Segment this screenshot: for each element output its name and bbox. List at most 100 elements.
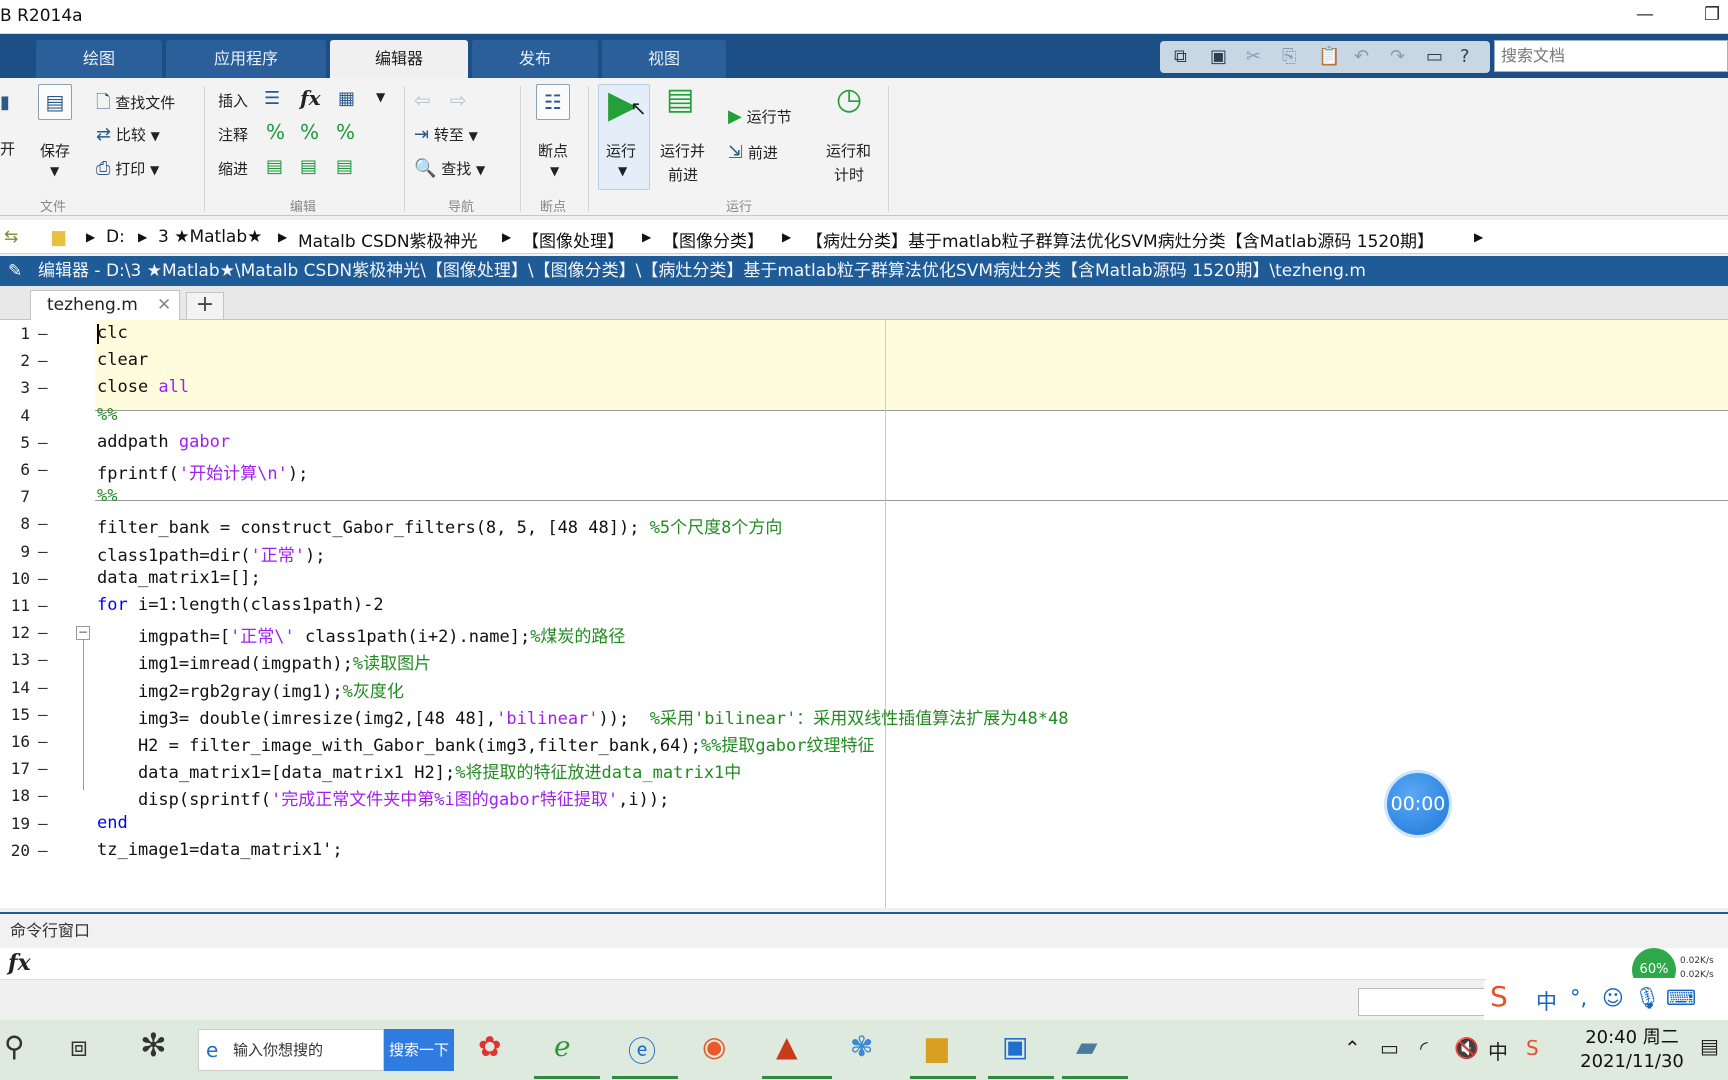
- chevron-down-icon[interactable]: ▼: [618, 164, 627, 178]
- cut-icon[interactable]: ✂: [1246, 46, 1261, 67]
- percent-icon[interactable]: %: [266, 120, 285, 144]
- add-tab-button[interactable]: +: [186, 292, 224, 320]
- open-folder-icon[interactable]: ▮: [0, 92, 10, 113]
- system-clock[interactable]: 20:40 周二 2021/11/30: [1572, 1026, 1692, 1074]
- browser-e-icon[interactable]: ⓔ: [628, 1030, 656, 1070]
- line-number[interactable]: 10: [0, 569, 30, 588]
- code-line[interactable]: for i=1:length(class1path)-2: [97, 595, 384, 615]
- run-advance-icon[interactable]: ▤: [666, 82, 694, 117]
- line-number[interactable]: 3: [0, 378, 30, 397]
- line-number[interactable]: 9: [0, 542, 30, 561]
- breakpoint-marker[interactable]: –: [38, 351, 48, 370]
- increase-indent-icon[interactable]: ▤: [300, 156, 317, 177]
- insert-section-icon[interactable]: ☰: [264, 88, 280, 109]
- chevron-right-icon[interactable]: ▶: [782, 230, 791, 244]
- file-explorer-icon[interactable]: ▆: [926, 1030, 948, 1063]
- breadcrumb-item[interactable]: Matalb CSDN紫极神光: [298, 227, 478, 252]
- code-line[interactable]: img3= double(imresize(img2,[48 48],'bili…: [97, 704, 1069, 729]
- breakpoint-marker[interactable]: –: [38, 814, 48, 833]
- code-line[interactable]: data_matrix1=[];: [97, 568, 261, 588]
- save-icon[interactable]: ▣: [1210, 46, 1227, 67]
- smart-indent-icon[interactable]: ▤: [266, 156, 283, 177]
- breakpoints-button[interactable]: 断点: [538, 140, 568, 161]
- line-number[interactable]: 7: [0, 487, 30, 506]
- sogou-tray-icon[interactable]: S: [1526, 1036, 1539, 1060]
- code-line[interactable]: H2 = filter_image_with_Gabor_bank(img3,f…: [97, 731, 875, 756]
- browse-folder-icon[interactable]: ⇆: [4, 227, 18, 247]
- tab-apps[interactable]: 应用程序: [166, 40, 326, 78]
- line-number[interactable]: 8: [0, 514, 30, 533]
- tab-plots[interactable]: 绘图: [36, 40, 162, 78]
- ie-browser-icon[interactable]: ℯ: [554, 1030, 571, 1063]
- chevron-right-icon[interactable]: ▶: [278, 230, 287, 244]
- undo-icon[interactable]: ↶: [1354, 46, 1369, 67]
- color-wheel-icon[interactable]: ◉: [702, 1030, 726, 1063]
- run-and-time-icon[interactable]: ◷: [836, 82, 862, 117]
- breakpoint-marker[interactable]: –: [38, 650, 48, 669]
- fx-icon[interactable]: fx: [300, 86, 321, 110]
- chevron-up-icon[interactable]: ⌃: [1344, 1036, 1361, 1060]
- recycle-app-icon[interactable]: ✾: [850, 1030, 873, 1063]
- code-line[interactable]: imgpath=['正常\' class1path(i+2).name];%煤炭…: [97, 622, 626, 647]
- line-number[interactable]: 19: [0, 814, 30, 833]
- sogou-icon[interactable]: S: [1490, 980, 1508, 1013]
- open-label[interactable]: 开: [0, 138, 15, 159]
- line-number[interactable]: 2: [0, 351, 30, 370]
- breakpoint-marker[interactable]: –: [38, 514, 48, 533]
- paste-icon[interactable]: 📋: [1318, 46, 1340, 67]
- breakpoint-marker[interactable]: –: [38, 324, 48, 343]
- breadcrumb-item[interactable]: D:: [106, 227, 125, 247]
- line-number[interactable]: 20: [0, 841, 30, 860]
- keyboard-icon[interactable]: ⌨: [1666, 986, 1696, 1010]
- breakpoint-marker[interactable]: –: [38, 841, 48, 860]
- line-number[interactable]: 13: [0, 650, 30, 669]
- chevron-right-icon[interactable]: ▶: [502, 230, 511, 244]
- line-number[interactable]: 17: [0, 759, 30, 778]
- line-number[interactable]: 6: [0, 460, 30, 479]
- print-button[interactable]: ⎙ 打印 ▼: [96, 158, 159, 179]
- line-number[interactable]: 1: [0, 324, 30, 343]
- tab-editor[interactable]: 编辑器: [330, 40, 468, 78]
- code-line[interactable]: fprintf('开始计算\n');: [97, 459, 308, 484]
- code-line[interactable]: %%: [97, 405, 117, 425]
- chevron-right-icon[interactable]: ▶: [642, 230, 651, 244]
- breakpoint-marker[interactable]: –: [38, 732, 48, 751]
- breakpoint-marker[interactable]: –: [38, 460, 48, 479]
- line-number[interactable]: 14: [0, 678, 30, 697]
- layout-icon[interactable]: ⧉: [1174, 46, 1187, 67]
- chevron-down-icon[interactable]: ▼: [376, 90, 385, 104]
- search-docs-input[interactable]: 搜索文档: [1494, 40, 1728, 72]
- line-number[interactable]: 4: [0, 406, 30, 425]
- save-large-icon[interactable]: ▤: [38, 84, 72, 120]
- breakpoint-marker[interactable]: –: [38, 759, 48, 778]
- breakpoint-marker[interactable]: –: [38, 786, 48, 805]
- ime-lang-indicator[interactable]: 中: [1536, 986, 1557, 1016]
- compare-button[interactable]: ⇄ 比较 ▼: [96, 124, 160, 145]
- redo-icon[interactable]: ↷: [1390, 46, 1405, 67]
- restore-button[interactable]: ❐: [1704, 4, 1720, 25]
- microphone-icon[interactable]: 🎙: [1634, 986, 1661, 1011]
- goto-button[interactable]: ⇥ 转至 ▼: [414, 124, 478, 145]
- insert-button[interactable]: 插入: [218, 90, 248, 111]
- find-button[interactable]: 🔍 查找 ▼: [414, 158, 485, 179]
- tray-lang[interactable]: 中: [1488, 1036, 1508, 1065]
- run-label[interactable]: 运行: [606, 140, 636, 161]
- copy-icon[interactable]: ⎘: [1282, 46, 1296, 67]
- back-arrow-icon[interactable]: ⇦: [414, 88, 431, 112]
- breakpoint-marker[interactable]: –: [38, 705, 48, 724]
- run-advance-label-1[interactable]: 运行并: [660, 140, 705, 161]
- switch-window-icon[interactable]: ▭: [1426, 46, 1443, 67]
- help-icon[interactable]: ?: [1460, 46, 1470, 67]
- wrap-comments-icon[interactable]: %: [336, 120, 355, 144]
- minimize-button[interactable]: —: [1636, 4, 1654, 25]
- code-line[interactable]: data_matrix1=[data_matrix1 H2];%将提取的特征放进…: [97, 758, 741, 783]
- code-line[interactable]: clear: [97, 350, 148, 370]
- close-icon[interactable]: ✕: [157, 291, 171, 319]
- fold-toggle-icon[interactable]: −: [76, 626, 90, 640]
- fan-app-icon[interactable]: ✻: [140, 1026, 167, 1064]
- volume-muted-icon[interactable]: 🔇: [1454, 1036, 1479, 1060]
- code-line[interactable]: %%: [97, 486, 117, 506]
- run-section-button[interactable]: ▶ 运行节: [728, 106, 792, 127]
- file-tab-tezheng[interactable]: tezheng.m ✕: [30, 290, 180, 320]
- line-number[interactable]: 11: [0, 596, 30, 615]
